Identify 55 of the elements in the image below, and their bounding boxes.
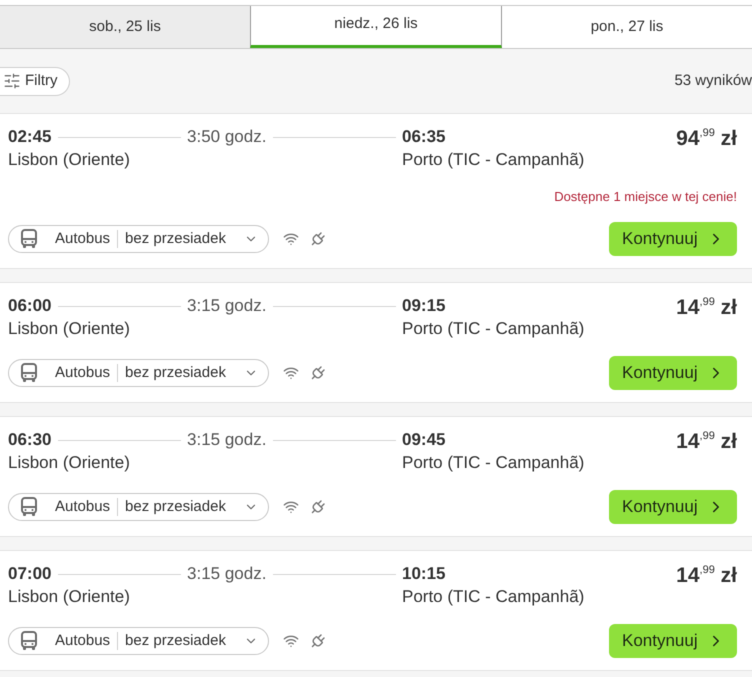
bus-icon bbox=[21, 363, 37, 383]
date-tab[interactable]: sob., 25 lis bbox=[0, 6, 250, 48]
transport-label: Autobus bbox=[55, 228, 110, 249]
price-label: 14$^{,99}$ zł bbox=[676, 564, 737, 587]
transport-dropdown[interactable]: Autobus bez przesiadek bbox=[8, 493, 269, 521]
transfers-label: bez przesiadek bbox=[125, 496, 226, 517]
arrival-time: 09:45 bbox=[402, 429, 446, 451]
results-count: 53 wyników bbox=[674, 70, 752, 91]
transfers-label: bez przesiadek bbox=[125, 630, 226, 651]
arrival-station: Porto (TIC - Campanhã) bbox=[402, 586, 584, 608]
filter-icon bbox=[3, 72, 21, 90]
transport-dropdown[interactable]: Autobus bez przesiadek bbox=[8, 359, 269, 387]
transport-label: Autobus bbox=[55, 496, 110, 517]
price-label: 14$^{,99}$ zł bbox=[676, 296, 737, 319]
arrival-time: 09:15 bbox=[402, 295, 446, 317]
continue-button[interactable]: Kontynuuj bbox=[609, 222, 737, 256]
price-label: 94$^{,99}$ zł bbox=[676, 127, 737, 150]
wifi-icon bbox=[283, 365, 299, 381]
transport-dropdown[interactable]: Autobus bez przesiadek bbox=[8, 627, 269, 655]
duration-label: 3:15 godz. bbox=[187, 563, 266, 585]
departure-time: 06:30 bbox=[8, 429, 52, 451]
date-tab[interactable]: niedz., 26 lis bbox=[250, 6, 502, 48]
departure-station: Lisbon (Oriente) bbox=[8, 149, 130, 171]
arrival-time: 10:15 bbox=[402, 563, 446, 585]
arrival-time: 06:35 bbox=[402, 126, 446, 148]
transport-label: Autobus bbox=[55, 630, 110, 651]
transport-label: Autobus bbox=[55, 362, 110, 383]
arrival-station: Porto (TIC - Campanhã) bbox=[402, 149, 584, 171]
departure-time: 07:00 bbox=[8, 563, 52, 585]
bus-icon bbox=[21, 631, 37, 651]
bus-icon bbox=[21, 497, 37, 517]
wifi-icon bbox=[283, 231, 299, 247]
continue-button[interactable]: Kontynuuj bbox=[609, 624, 737, 658]
departure-time: 02:45 bbox=[8, 126, 52, 148]
arrival-station: Porto (TIC - Campanhã) bbox=[402, 452, 584, 474]
transport-dropdown[interactable]: Autobus bez przesiadek bbox=[8, 225, 269, 253]
duration-label: 3:15 godz. bbox=[187, 429, 266, 451]
continue-button[interactable]: Kontynuuj bbox=[609, 356, 737, 390]
duration-label: 3:50 godz. bbox=[187, 126, 266, 148]
arrival-station: Porto (TIC - Campanhã) bbox=[402, 318, 584, 340]
wifi-icon bbox=[283, 633, 299, 649]
price-label: 14$^{,99}$ zł bbox=[676, 430, 737, 453]
departure-station: Lisbon (Oriente) bbox=[8, 452, 130, 474]
filter-button[interactable]: Filtry bbox=[0, 66, 70, 96]
seat-availability-text: Dostępne 1 miejsce w tej cenie! bbox=[554, 189, 737, 205]
departure-station: Lisbon (Oriente) bbox=[8, 318, 130, 340]
transfers-label: bez przesiadek bbox=[125, 228, 226, 249]
wifi-icon bbox=[283, 499, 299, 515]
bus-icon bbox=[21, 229, 37, 249]
transfers-label: bez przesiadek bbox=[125, 362, 226, 383]
date-tab[interactable]: pon., 27 lis bbox=[502, 6, 752, 48]
departure-time: 06:00 bbox=[8, 295, 52, 317]
departure-station: Lisbon (Oriente) bbox=[8, 586, 130, 608]
duration-label: 3:15 godz. bbox=[187, 295, 266, 317]
continue-button[interactable]: Kontynuuj bbox=[609, 490, 737, 524]
